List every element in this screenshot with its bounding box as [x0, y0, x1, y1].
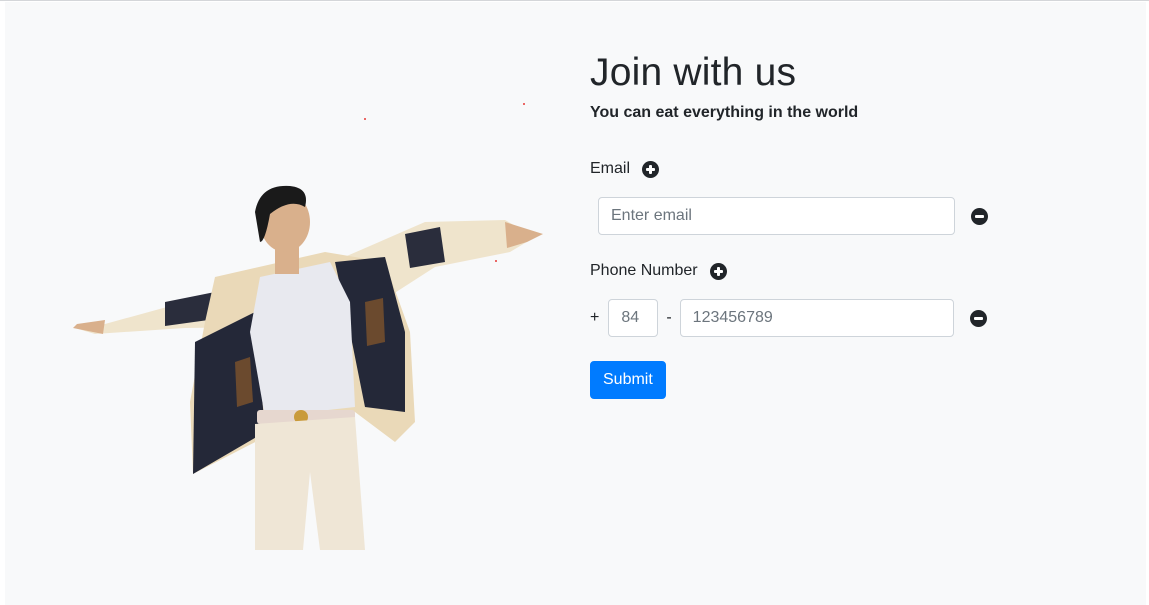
- email-input-row: [598, 197, 988, 235]
- remove-phone-button[interactable]: [969, 309, 987, 327]
- email-label: Email: [590, 160, 631, 177]
- phone-label-row: Phone Number: [590, 259, 727, 283]
- email-label-row: Email: [590, 157, 660, 181]
- page-title: Join with us: [590, 51, 797, 94]
- person-illustration: [73, 103, 543, 550]
- minus-circle-icon: [971, 208, 988, 225]
- plus-circle-icon: [710, 263, 727, 280]
- country-code-input[interactable]: [608, 299, 659, 337]
- signup-form: Join with us You can eat everything in t…: [590, 50, 1010, 399]
- email-input[interactable]: [598, 197, 955, 235]
- phone-prefix: +: [590, 309, 600, 326]
- page-subtitle: You can eat everything in the world: [590, 103, 859, 121]
- top-divider: [0, 0, 1149, 1]
- phone-separator: -: [666, 309, 672, 326]
- hero-image: [65, 102, 565, 562]
- phone-number-input[interactable]: [679, 299, 954, 337]
- phone-input-row: + -: [590, 299, 987, 337]
- plus-circle-icon: [642, 161, 659, 178]
- remove-email-button[interactable]: [971, 207, 988, 225]
- minus-circle-icon: [970, 310, 987, 327]
- phone-label: Phone Number: [590, 262, 698, 279]
- add-email-button[interactable]: [642, 160, 660, 178]
- add-phone-button[interactable]: [709, 262, 727, 280]
- submit-button[interactable]: Submit: [590, 361, 666, 399]
